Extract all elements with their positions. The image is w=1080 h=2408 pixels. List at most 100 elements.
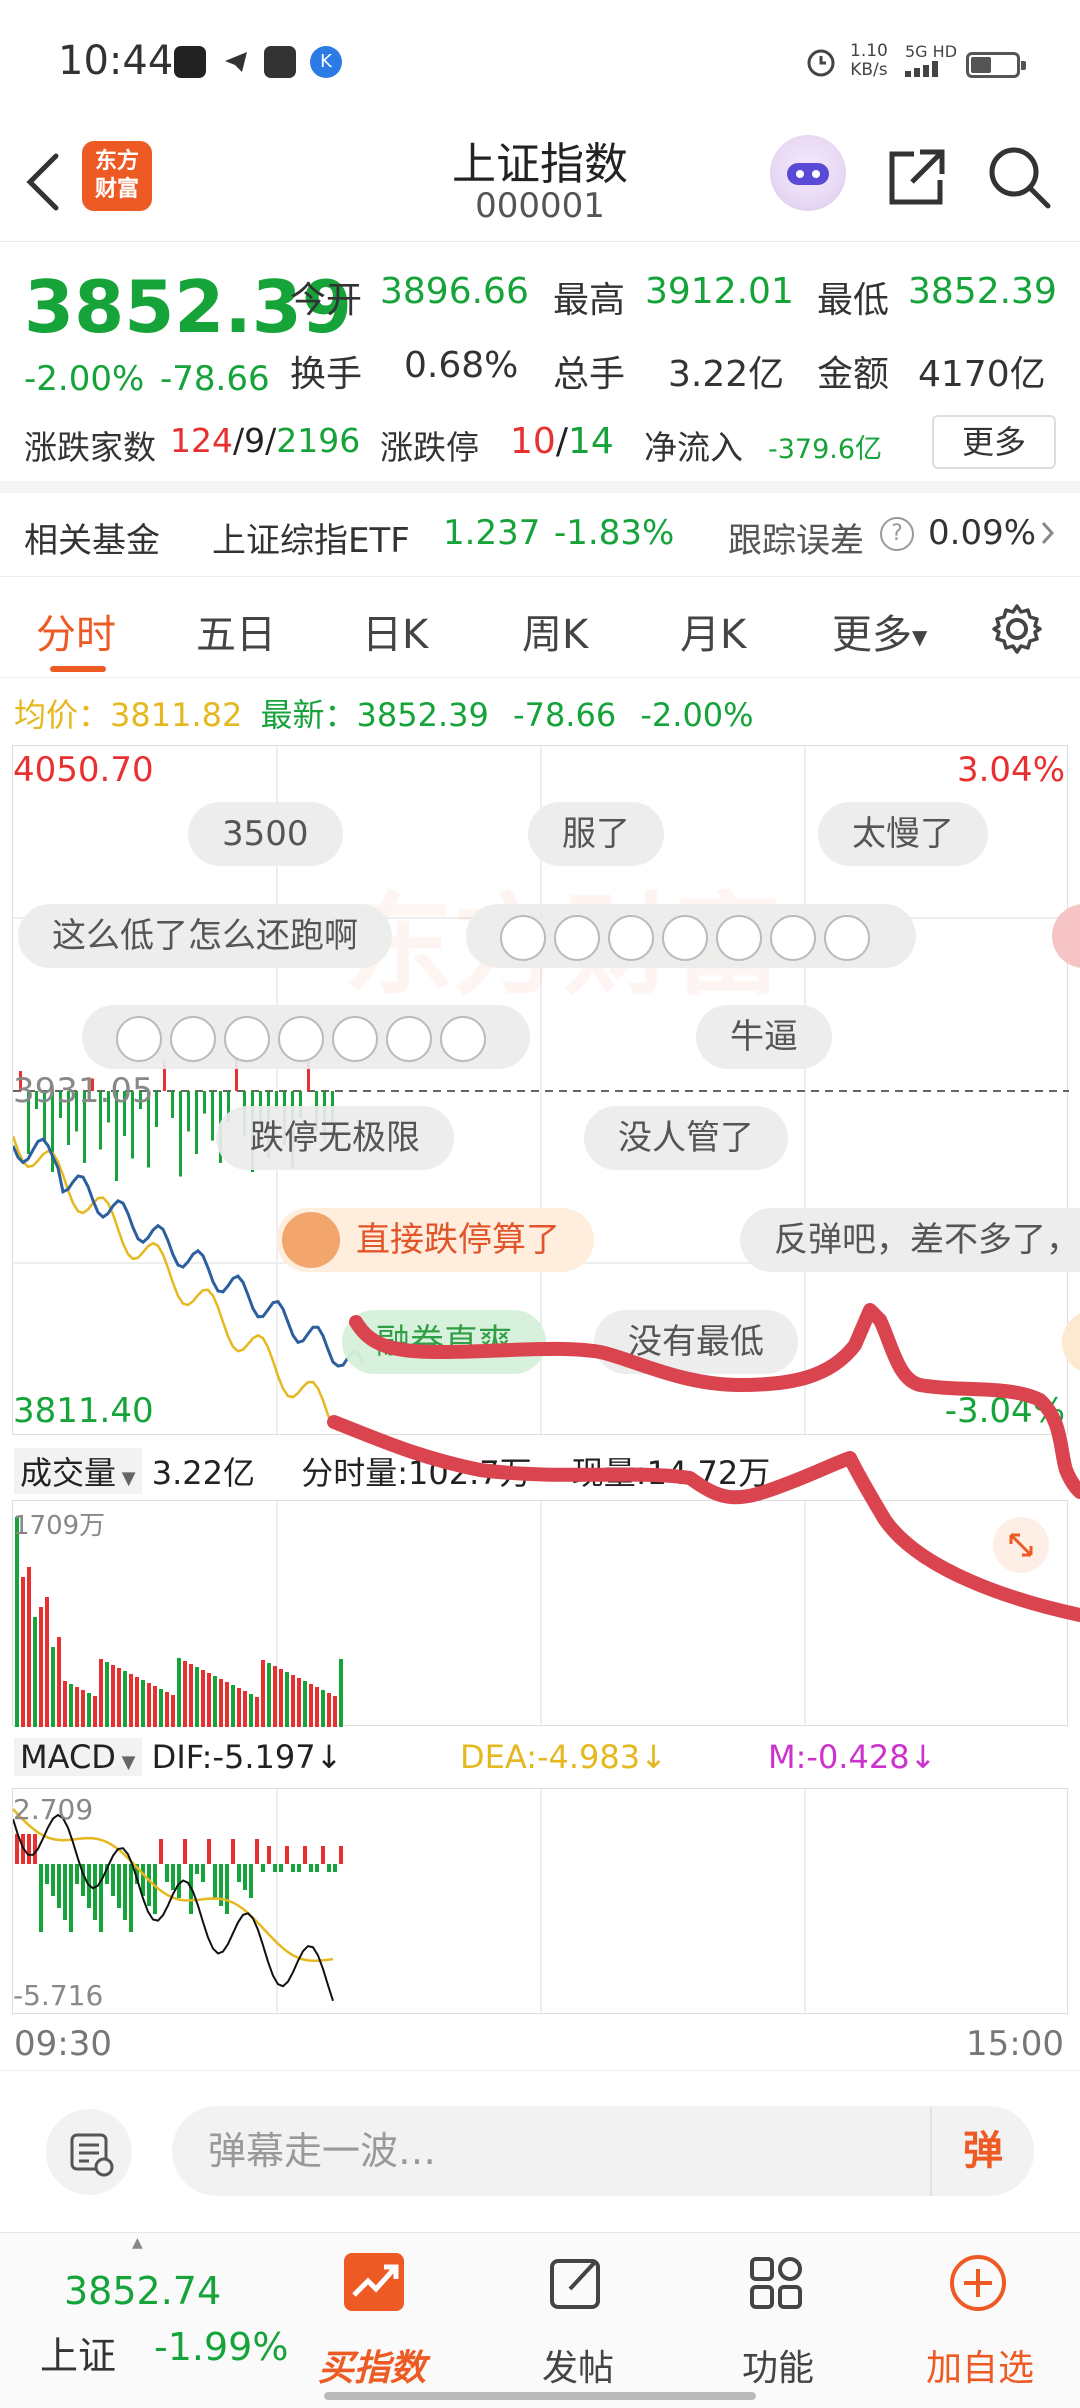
- volume-bar: [243, 1691, 247, 1727]
- battery-icon: [966, 52, 1026, 78]
- volume-bar: [135, 1677, 139, 1727]
- fund-section-label: 相关基金: [24, 521, 160, 561]
- volume-bar: [51, 1647, 55, 1727]
- danmu-comment: 太慢了: [818, 802, 988, 866]
- emoji-face-icon: [824, 914, 870, 961]
- volume-bar: [87, 1693, 91, 1727]
- tracking-label: 跟踪误差: [728, 521, 864, 561]
- danmu-comment: 3500: [188, 802, 343, 866]
- related-fund-row[interactable]: 相关基金 上证综指ETF 1.237 -1.83% 跟踪误差 ? 0.09%: [0, 495, 1080, 577]
- intraday-bar: [155, 1091, 158, 1127]
- volume-bar: [201, 1670, 205, 1727]
- nav-label: 买指数: [318, 2348, 427, 2389]
- danmu-comment: 服了: [528, 802, 664, 866]
- volume-bar: [147, 1683, 151, 1727]
- macd-dif: DIF:-5.197↓: [151, 1738, 343, 1776]
- chevron-right-icon: [1040, 513, 1056, 562]
- signal-indicator: 5G HD: [905, 42, 957, 81]
- grid-icon: [746, 2253, 806, 2317]
- emoji-face-icon: [440, 1015, 486, 1062]
- help-icon[interactable]: ?: [880, 517, 914, 551]
- macd-bar: [153, 1864, 157, 1914]
- volume-bar: [249, 1694, 253, 1727]
- danmu-comment: 这么低了怎么还跑啊: [18, 904, 392, 968]
- macd-bar: [183, 1839, 187, 1864]
- danmu-comment: 反弹吧，差不多了，: [740, 1208, 1080, 1272]
- nav-post[interactable]: 发帖: [510, 2233, 640, 2408]
- macd-bar: [111, 1864, 115, 1896]
- emoji-face-icon: [662, 914, 708, 961]
- macd-selector[interactable]: MACD ▼: [14, 1738, 142, 1776]
- volume-bar: [171, 1695, 175, 1727]
- nav-functions[interactable]: 功能: [710, 2233, 840, 2408]
- trend-chart-icon: [344, 2253, 404, 2311]
- period-tabs: 分时 五日 日K 周K 月K 更多▼: [0, 578, 1080, 678]
- app-header: 东方 财富 上证指数 000001: [0, 120, 1080, 242]
- breadth-values: 124/9/2196: [170, 421, 361, 460]
- emoji-face-icon: [332, 1015, 378, 1062]
- macd-bar: [339, 1846, 343, 1864]
- macd-bar: [267, 1846, 271, 1864]
- net-speed: 1.10 KB/s: [850, 41, 888, 80]
- volume-bar: [33, 1617, 37, 1727]
- more-quote-button[interactable]: 更多: [932, 415, 1056, 469]
- home-indicator[interactable]: [324, 2392, 756, 2400]
- emoji-face-icon: [554, 914, 600, 961]
- emoji-face-icon: [608, 914, 654, 961]
- nav-add-watchlist[interactable]: 加自选: [900, 2233, 1060, 2408]
- macd-header: MACD ▼ DIF:-5.197↓: [14, 1738, 342, 1776]
- nav-label: 发帖: [542, 2348, 615, 2389]
- expand-icon[interactable]: [993, 1517, 1049, 1573]
- danmu-input[interactable]: 弹幕走一波…: [172, 2106, 1034, 2196]
- danmu-comment: 没人管了: [584, 1106, 788, 1170]
- tab-daily-k[interactable]: 日K: [362, 602, 428, 660]
- tab-five-day[interactable]: 五日: [196, 602, 276, 660]
- volume-bar: [63, 1681, 67, 1727]
- k-app-icon: K: [310, 46, 342, 78]
- nav-buy-index[interactable]: 买指数: [300, 2233, 450, 2408]
- volume-bar: [93, 1696, 97, 1727]
- macd-bar: [279, 1864, 283, 1872]
- ai-assistant-icon[interactable]: [770, 135, 846, 211]
- volume-bar: [129, 1674, 133, 1727]
- macd-chart-svg: [13, 1789, 806, 2015]
- volume-bar: [231, 1685, 235, 1727]
- danmu-highlight-comment: 直接跌停算了: [276, 1208, 594, 1272]
- nav-label: 加自选: [926, 2348, 1035, 2389]
- edit-icon: [546, 2253, 606, 2317]
- danmu-settings-icon[interactable]: [46, 2109, 132, 2195]
- intraday-bar: [171, 1091, 174, 1118]
- change-value: -78.66: [160, 359, 270, 399]
- volume-bar: [273, 1666, 277, 1727]
- macd-bar: [315, 1864, 319, 1872]
- volume-bar: [153, 1686, 157, 1727]
- low-value: 3852.39: [908, 271, 1057, 312]
- tab-monthly-k[interactable]: 月K: [680, 602, 746, 660]
- ticker-name: 上证: [40, 2334, 117, 2378]
- index-ticker[interactable]: ▲ 3852.74 上证 -1.99%: [0, 2233, 300, 2408]
- macd-bar: [99, 1864, 103, 1932]
- danmu-toggle-button[interactable]: 弹: [930, 2106, 1034, 2196]
- volume-bar: [219, 1679, 223, 1727]
- macd-bar: [231, 1839, 235, 1864]
- netflow-value: -379.6亿: [768, 434, 883, 465]
- volume-bar: [225, 1682, 229, 1727]
- share-icon[interactable]: [884, 146, 948, 214]
- macd-bar: [51, 1864, 55, 1896]
- macd-bar: [321, 1846, 325, 1864]
- macd-bar: [159, 1839, 163, 1864]
- volume-selector[interactable]: 成交量 ▼: [14, 1448, 142, 1494]
- tab-more[interactable]: 更多▼: [832, 602, 927, 660]
- search-icon[interactable]: [986, 144, 1052, 214]
- danmu-comment: 融券直爽: [342, 1310, 546, 1374]
- status-bar: 10:44 K 1.10 KB/s 5G HD: [0, 0, 1080, 120]
- emoji-face-icon: [224, 1015, 270, 1062]
- tab-intraday[interactable]: 分时: [36, 602, 116, 660]
- macd-bar: [285, 1846, 289, 1864]
- amount-value: 4170亿: [918, 354, 1046, 395]
- tab-weekly-k[interactable]: 周K: [522, 602, 588, 660]
- ticker-change: -1.99%: [154, 2325, 289, 2369]
- macd-bar: [261, 1864, 265, 1872]
- settings-gear-icon[interactable]: [990, 602, 1044, 660]
- macd-bar: [177, 1864, 181, 1898]
